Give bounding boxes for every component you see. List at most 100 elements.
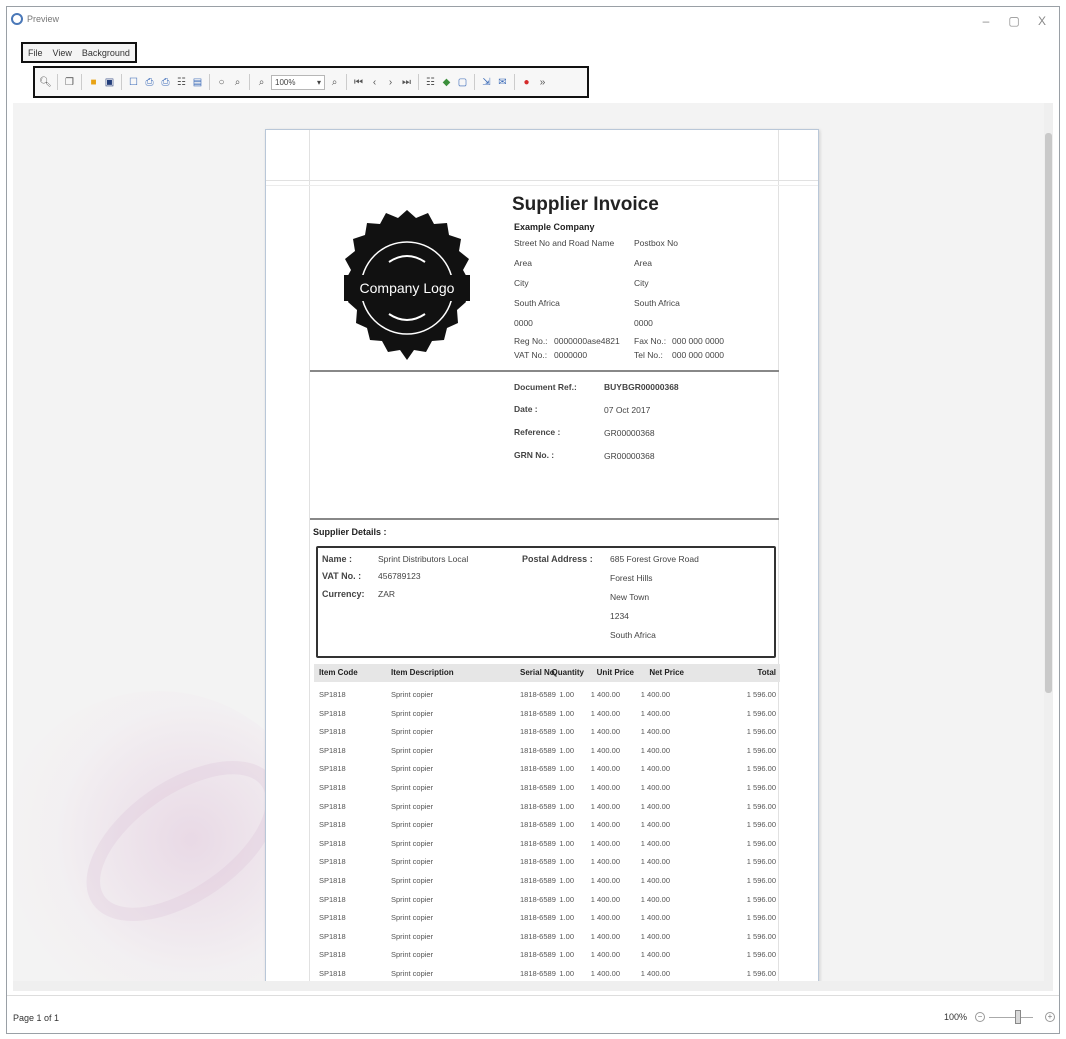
menu-background[interactable]: Background: [81, 48, 131, 58]
header-footer-icon[interactable]: ▤: [191, 75, 204, 89]
vertical-scrollbar[interactable]: [1044, 103, 1053, 991]
toolbar-overflow-icon[interactable]: »: [536, 75, 549, 89]
cell-item-code: SP1818: [319, 838, 346, 848]
cell-total: 1 596.00: [746, 801, 776, 811]
minimize-button[interactable]: –: [973, 11, 999, 31]
zoom-out-icon[interactable]: ⌕: [255, 75, 268, 89]
cell-item-code: SP1818: [319, 764, 346, 774]
preview-window: Preview – ▢ X File View Background 🔍︎ ❐ …: [6, 6, 1060, 1034]
cell-net-price: 1 400.00: [640, 690, 670, 699]
column-header-item-description: Item Description: [391, 668, 454, 677]
table-row: SP1818 Sprint copier 1818-6589 1.00 1 400.00…: [314, 779, 780, 797]
page-setup-icon[interactable]: ☐: [127, 75, 140, 89]
cell-item-code: SP1818: [319, 931, 346, 941]
cell-total: 1 596.00: [746, 727, 776, 737]
vat-no-value: 0000000: [554, 350, 588, 360]
cell-item-code: SP1818: [319, 876, 346, 885]
maximize-button[interactable]: ▢: [1001, 11, 1027, 31]
scrollbar-thumb[interactable]: [1045, 133, 1052, 693]
postal-line: Postbox No: [634, 238, 678, 248]
menu-file[interactable]: File: [27, 48, 44, 58]
copy-icon[interactable]: ❐: [63, 75, 76, 89]
zoom-select[interactable]: 100% ▾: [271, 74, 325, 90]
cell-serial-no: 1818-6589: [520, 913, 556, 923]
previous-page-icon[interactable]: ‹: [368, 75, 381, 89]
cell-unit-price: 1 400.00: [590, 857, 620, 867]
close-preview-icon[interactable]: ●: [520, 75, 533, 89]
cell-net-price: 1 400.00: [640, 876, 670, 885]
multiple-pages-icon[interactable]: ☷: [424, 75, 437, 89]
cell-item-description: Sprint copier: [391, 708, 434, 718]
print-icon[interactable]: ⎙: [143, 75, 156, 89]
cell-quantity: 1.00: [559, 876, 574, 885]
table-row: SP1818 Sprint copier 1818-6589 1.00 1 400.00…: [314, 705, 780, 723]
cell-unit-price: 1 400.00: [590, 801, 620, 811]
cell-unit-price: 1 400.00: [590, 950, 620, 960]
hand-tool-icon[interactable]: ○: [215, 75, 228, 89]
page-margin-guide: [309, 130, 310, 991]
quick-print-icon[interactable]: ⎙: [159, 75, 172, 89]
cell-net-price: 1 400.00: [640, 969, 670, 978]
status-bar: Page 1 of 1 100% − +: [7, 995, 1059, 1033]
date-value: 07 Oct 2017: [604, 405, 651, 415]
supplier-currency-label: Currency:: [322, 589, 365, 599]
cell-item-code: SP1818: [319, 894, 346, 904]
magnifier-icon[interactable]: ⌕: [231, 75, 244, 89]
menu-bar: File View Background: [21, 42, 137, 63]
next-page-icon[interactable]: ›: [384, 75, 397, 89]
export-icon[interactable]: ⇲: [480, 75, 493, 89]
cell-net-price: 1 400.00: [640, 838, 670, 848]
margins-icon[interactable]: ☷: [175, 75, 188, 89]
column-header-total: Total: [757, 668, 776, 677]
zoom-slider-thumb[interactable]: [1015, 1010, 1021, 1024]
cell-item-description: Sprint copier: [391, 820, 434, 830]
send-email-icon[interactable]: ✉: [496, 75, 509, 89]
logo-text: Company Logo: [344, 275, 470, 301]
open-folder-icon[interactable]: ■: [87, 75, 100, 89]
toolbar: 🔍︎ ❐ ■ ▣ ☐ ⎙ ⎙ ☷ ▤ ○ ⌕ ⌕ 100% ▾ ⌕ ⏮︎ ‹ ›…: [33, 66, 589, 98]
watermark-icon[interactable]: ▢: [456, 75, 469, 89]
cell-quantity: 1.00: [559, 950, 574, 960]
reg-no-label: Reg No.:: [514, 336, 548, 346]
document-ref-label: Document Ref.:: [514, 382, 577, 392]
cell-serial-no: 1818-6589: [520, 745, 556, 755]
cell-item-description: Sprint copier: [391, 727, 434, 737]
cell-unit-price: 1 400.00: [590, 708, 620, 718]
cell-item-code: SP1818: [319, 950, 346, 960]
cell-quantity: 1.00: [559, 745, 574, 755]
horizontal-scrollbar[interactable]: [13, 981, 1053, 991]
cell-quantity: 1.00: [559, 857, 574, 867]
cell-quantity: 1.00: [559, 913, 574, 923]
cell-total: 1 596.00: [746, 931, 776, 941]
postal-line: 0000: [634, 318, 653, 328]
menu-view[interactable]: View: [52, 48, 73, 58]
zoom-out-button[interactable]: −: [975, 1012, 985, 1022]
cell-item-description: Sprint copier: [391, 745, 434, 755]
postal-line: South Africa: [634, 298, 680, 308]
last-page-icon[interactable]: ⏭︎: [400, 75, 413, 89]
grn-no-label: GRN No. :: [514, 450, 555, 460]
zoom-in-button[interactable]: +: [1045, 1012, 1055, 1022]
grn-no-value: GR00000368: [604, 451, 655, 461]
zoom-slider-track[interactable]: [989, 1017, 1033, 1018]
cell-item-code: SP1818: [319, 745, 346, 755]
app-icon: [11, 13, 23, 25]
color-icon[interactable]: ◆: [440, 75, 453, 89]
cell-item-description: Sprint copier: [391, 838, 434, 848]
cell-item-code: SP1818: [319, 801, 346, 811]
cell-item-description: Sprint copier: [391, 857, 434, 867]
close-button[interactable]: X: [1029, 11, 1055, 31]
supplier-name-value: Sprint Distributors Local: [378, 554, 469, 564]
address-line: South Africa: [514, 298, 560, 308]
cell-serial-no: 1818-6589: [520, 764, 556, 774]
toolbar-separator: [514, 74, 515, 90]
cell-unit-price: 1 400.00: [590, 690, 620, 699]
cell-net-price: 1 400.00: [640, 931, 670, 941]
preview-workspace: Company Logo Supplier Invoice Example Co…: [13, 103, 1053, 991]
zoom-in-icon[interactable]: ⌕: [328, 75, 341, 89]
supplier-vat-label: VAT No. :: [322, 571, 362, 581]
search-icon[interactable]: 🔍︎: [39, 75, 52, 89]
cell-serial-no: 1818-6589: [520, 690, 556, 699]
first-page-icon[interactable]: ⏮︎: [352, 75, 365, 89]
save-icon[interactable]: ▣: [103, 75, 116, 89]
